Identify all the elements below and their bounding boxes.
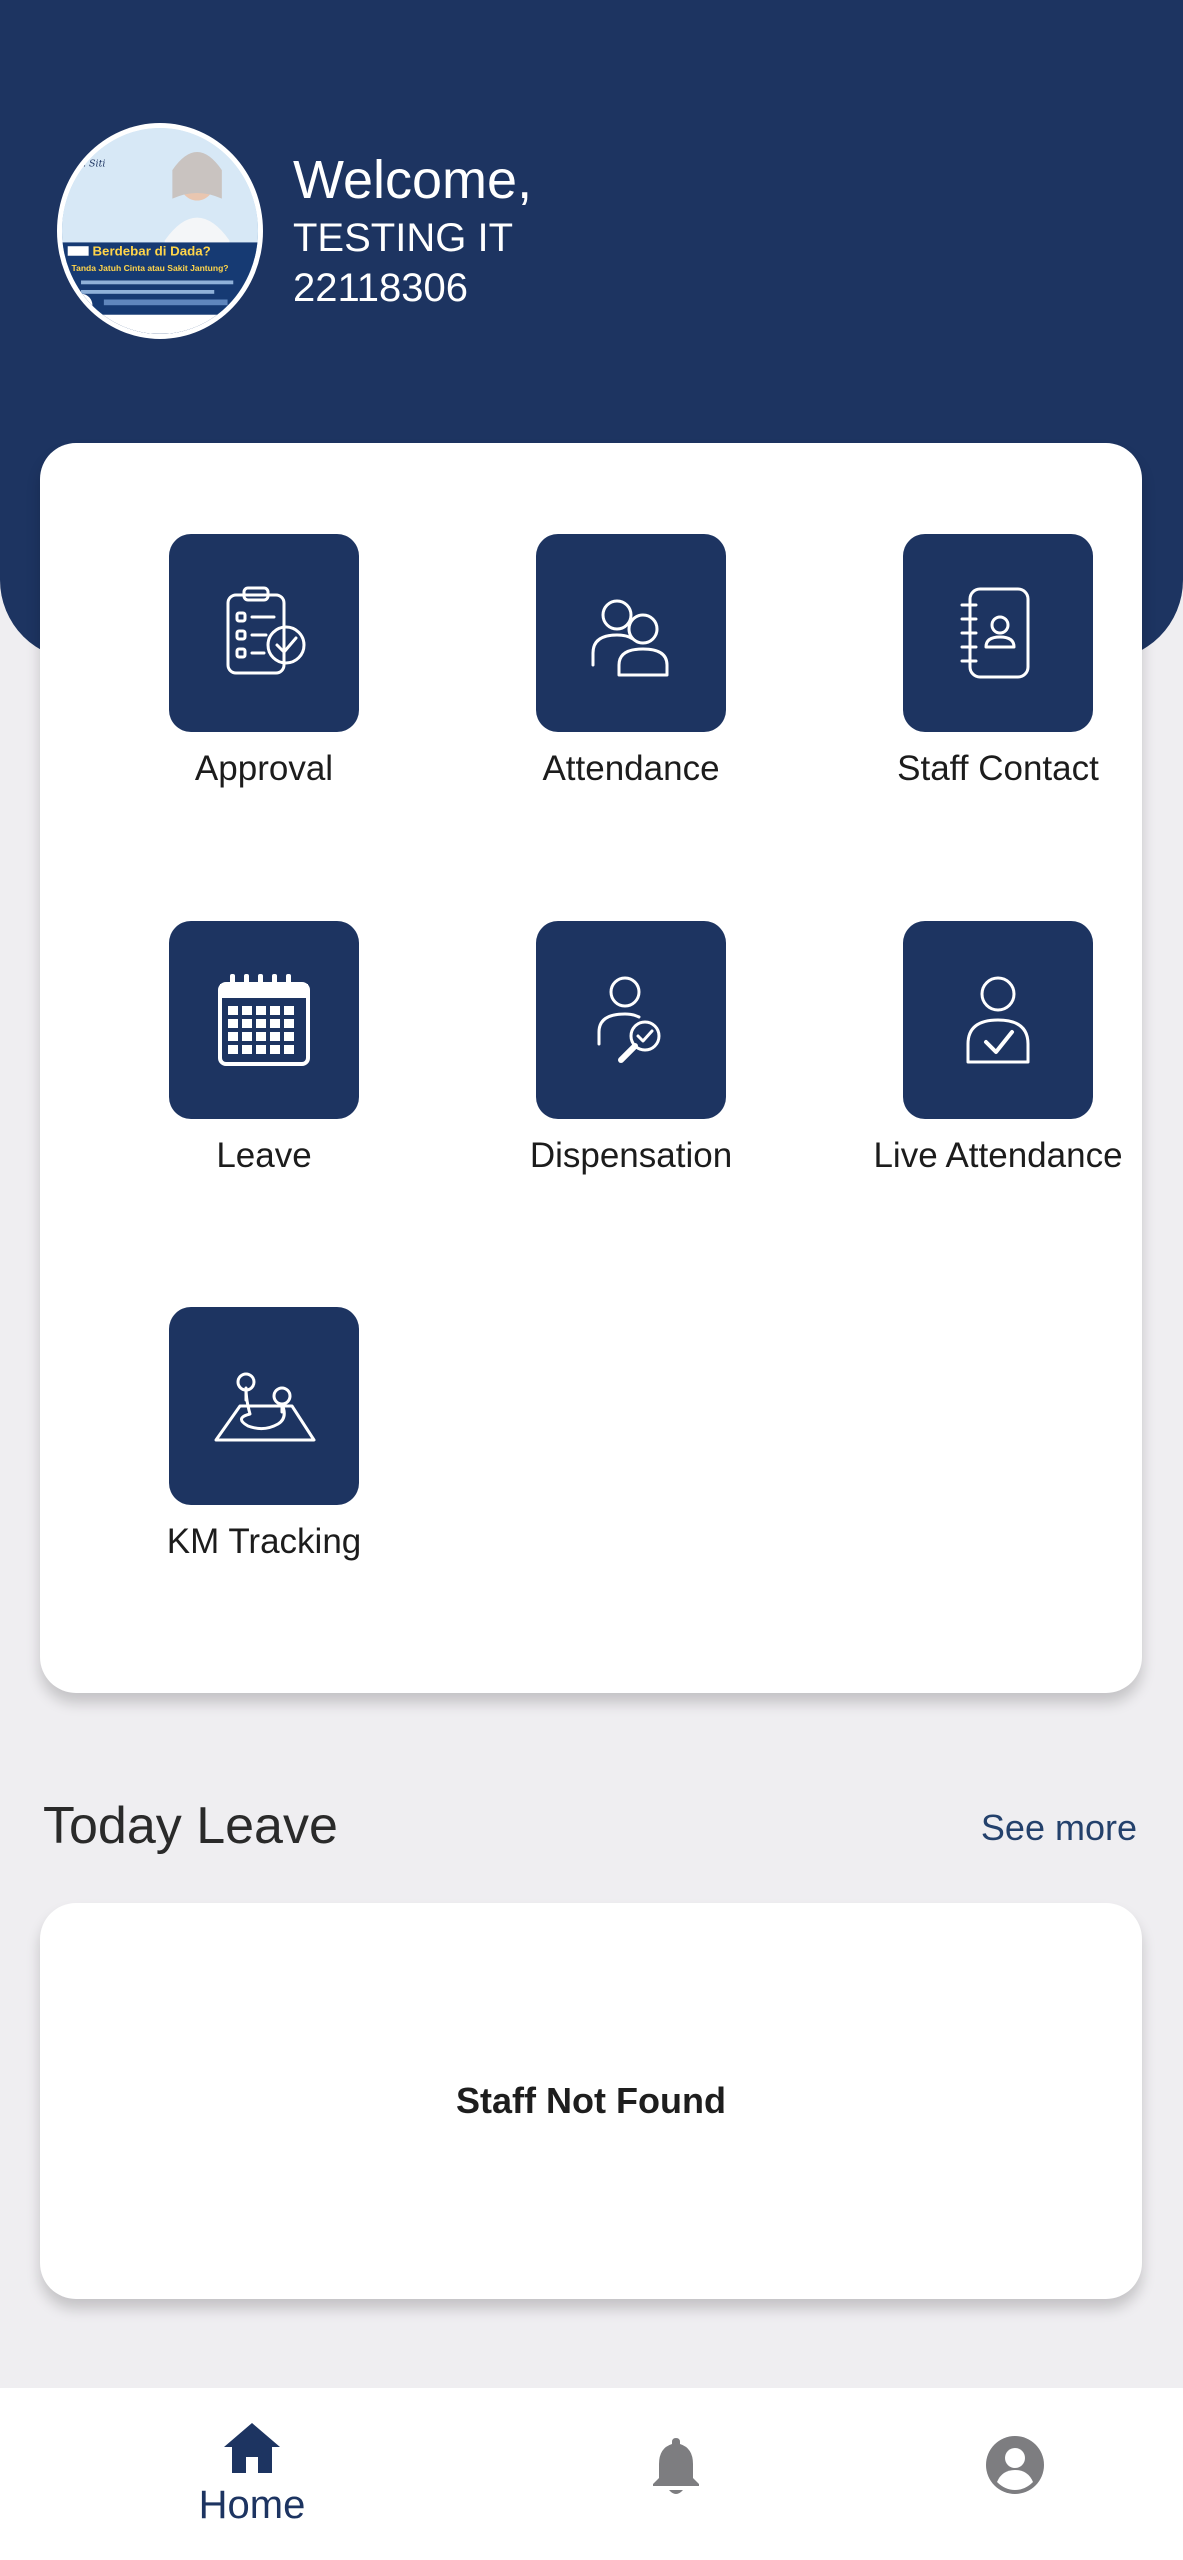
contact-book-icon [960, 587, 1030, 679]
bottom-navigation: Home [0, 2388, 1183, 2560]
menu-item-approval[interactable]: Approval [109, 534, 409, 794]
menu-label: Staff Contact [897, 749, 1099, 788]
nav-notifications[interactable] [479, 2388, 873, 2560]
menu-label: Approval [194, 749, 334, 788]
avatar-image: dr. Siti Berdebar di Dada? Tanda Jatuh C… [62, 128, 258, 334]
profile-icon [986, 2436, 1044, 2494]
menu-item-live-attendance[interactable]: Live Attendance [843, 921, 1143, 1181]
svg-text:Tanda Jatuh Cinta atau Sakit J: Tanda Jatuh Cinta atau Sakit Jantung? [72, 263, 229, 273]
svg-text:Berdebar di Dada?: Berdebar di Dada? [92, 244, 210, 259]
user-name: TESTING IT [293, 216, 513, 260]
menu-label: Attendance [542, 749, 720, 788]
menu-item-leave[interactable]: Leave [109, 921, 409, 1181]
today-leave-card: Staff Not Found [40, 1903, 1142, 2299]
welcome-greeting: Welcome, [293, 150, 533, 210]
avatar[interactable]: dr. Siti Berdebar di Dada? Tanda Jatuh C… [57, 123, 263, 339]
menu-item-attendance[interactable]: Attendance [476, 534, 776, 794]
menu-label: KM Tracking [166, 1522, 362, 1561]
home-icon [224, 2423, 280, 2473]
menu-label: Dispensation [529, 1136, 733, 1175]
menu-card: Approval Attendance Staff Contact Leave … [40, 443, 1142, 1693]
menu-item-dispensation[interactable]: Dispensation [476, 921, 776, 1181]
nav-home-label: Home [198, 2483, 306, 2527]
menu-tile [536, 921, 726, 1119]
see-more-link[interactable]: See more [981, 1806, 1137, 1850]
menu-item-km-tracking[interactable]: KM Tracking [109, 1307, 409, 1567]
empty-state-text: Staff Not Found [456, 2080, 726, 2121]
menu-item-staff-contact[interactable]: Staff Contact [843, 534, 1143, 794]
users-icon [591, 599, 669, 677]
menu-tile [536, 534, 726, 732]
menu-label: Leave [216, 1136, 312, 1175]
menu-tile [903, 534, 1093, 732]
today-leave-title: Today Leave [43, 1797, 338, 1855]
checklist-icon [226, 586, 306, 675]
menu-label: Live Attendance [873, 1136, 1123, 1175]
nav-home[interactable]: Home [55, 2388, 449, 2560]
bell-icon [653, 2438, 699, 2494]
employee-id: 22118306 [293, 266, 468, 310]
user-check-icon [966, 976, 1030, 1064]
menu-tile [903, 921, 1093, 1119]
nav-profile[interactable] [818, 2388, 1183, 2560]
menu-tile [169, 1307, 359, 1505]
user-search-icon [597, 976, 661, 1063]
menu-tile [169, 921, 359, 1119]
menu-tile [169, 534, 359, 732]
calendar-icon [218, 974, 310, 1066]
map-route-icon [214, 1372, 316, 1442]
